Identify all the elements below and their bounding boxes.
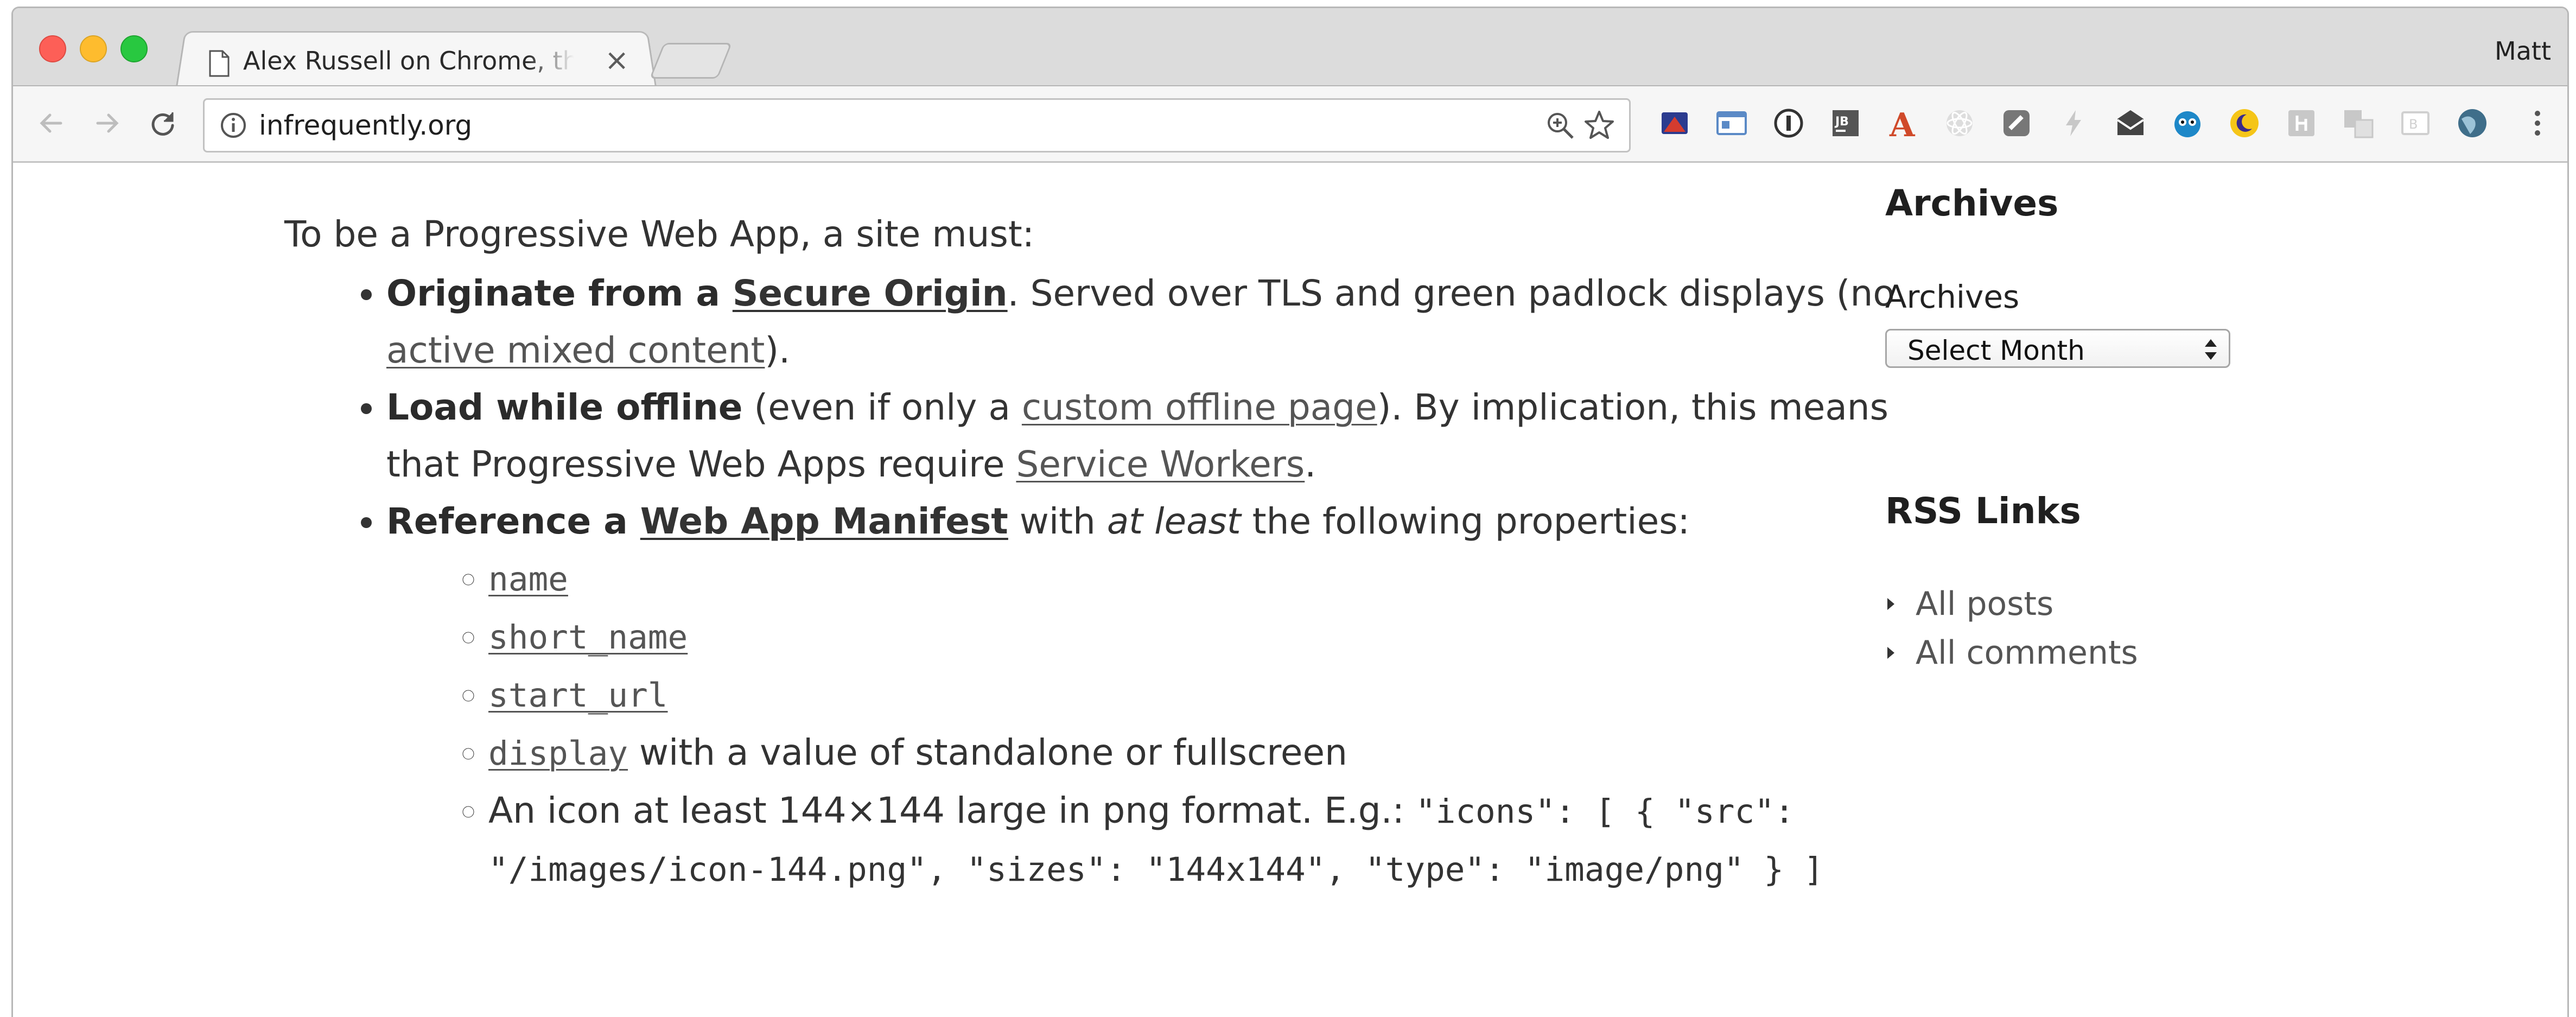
- select-arrows-icon: [2205, 339, 2217, 360]
- select-value: Select Month: [1907, 335, 2085, 366]
- bold-prefix: Originate from a: [386, 272, 733, 314]
- offline-page-link[interactable]: custom offline page: [1022, 386, 1377, 428]
- secure-origin-link[interactable]: Secure Origin: [733, 272, 1008, 314]
- page-content: To be a Progressive Web App, a site must…: [13, 162, 2567, 1017]
- archives-heading: Archives: [1885, 182, 2059, 224]
- window-maximize-button[interactable]: [120, 35, 148, 62]
- svg-text:A: A: [1889, 107, 1916, 139]
- profile-name[interactable]: Matt: [2495, 36, 2551, 66]
- list-item: name: [488, 550, 1960, 608]
- list-item: All comments: [1885, 628, 2138, 677]
- address-bar[interactable]: infrequently.org: [203, 98, 1631, 152]
- all-posts-link[interactable]: All posts: [1916, 585, 2053, 623]
- browser-toolbar: infrequently.org JB A B: [13, 85, 2567, 163]
- ext-14-icon[interactable]: B: [2399, 107, 2432, 139]
- bookmark-star-icon[interactable]: [1583, 110, 1615, 141]
- list-item-text: .: [1305, 443, 1316, 485]
- tab-active[interactable]: Alex Russell on Chrome, the Web Platform…: [192, 28, 643, 85]
- display-link[interactable]: display: [488, 734, 628, 773]
- list-item-text: with a value of standalone or fullscreen: [628, 732, 1347, 773]
- bold-text: Load while offline: [386, 386, 743, 428]
- list-item-text: with: [1008, 500, 1107, 542]
- info-icon[interactable]: [220, 112, 247, 139]
- mail-icon[interactable]: [2114, 107, 2147, 139]
- ext-6-icon[interactable]: [1943, 107, 1976, 139]
- forward-icon[interactable]: [92, 108, 123, 138]
- svg-text:JB: JB: [1834, 115, 1849, 129]
- all-comments-link[interactable]: All comments: [1916, 634, 2138, 672]
- list-item: Reference a Web App Manifest with at lea…: [386, 493, 1960, 898]
- mixed-content-link[interactable]: active mixed content: [386, 329, 765, 371]
- ext-1-icon[interactable]: [1658, 107, 1691, 139]
- font-a-icon[interactable]: A: [1886, 107, 1919, 139]
- manifest-link[interactable]: Web App Manifest: [640, 500, 1008, 542]
- owl-icon[interactable]: [2171, 107, 2204, 139]
- article-intro: To be a Progressive Web App, a site must…: [284, 213, 1035, 255]
- archives-label: Archives: [1885, 278, 2020, 315]
- tab-close-icon[interactable]: ×: [605, 44, 629, 77]
- tab-bar: Alex Russell on Chrome, the Web Platform…: [13, 8, 2567, 87]
- manifest-properties-list: name short_name start_url display with a…: [386, 550, 1960, 898]
- rss-links-list: All posts All comments: [1885, 580, 2138, 677]
- onepassword-icon[interactable]: [1772, 107, 1805, 139]
- moon-icon[interactable]: [2228, 107, 2261, 139]
- list-item-text: (even if only a: [742, 386, 1022, 428]
- bullet-triangle-icon: [1887, 647, 1894, 659]
- url-text[interactable]: infrequently.org: [259, 110, 472, 141]
- list-item-text: . Served over TLS and green padlock disp…: [1007, 272, 1895, 314]
- short-name-link[interactable]: short_name: [488, 618, 688, 657]
- list-item-text: the following properties:: [1241, 500, 1690, 542]
- list-item: start_url: [488, 666, 1960, 724]
- menu-icon[interactable]: [2521, 107, 2554, 139]
- reload-icon[interactable]: [148, 108, 178, 138]
- zoom-icon[interactable]: [1545, 111, 1575, 140]
- list-item: Load while offline (even if only a custo…: [386, 379, 1960, 493]
- window-close-button[interactable]: [39, 35, 66, 62]
- browser-window: Alex Russell on Chrome, the Web Platform…: [11, 7, 2569, 1017]
- bullet-triangle-icon: [1887, 598, 1894, 610]
- rss-heading: RSS Links: [1885, 490, 2081, 532]
- tab-title: Alex Russell on Chrome, the Web Platform…: [243, 46, 574, 75]
- ext-2-icon[interactable]: [1715, 107, 1748, 139]
- list-item: Originate from a Secure Origin. Served o…: [386, 265, 1960, 379]
- archives-select[interactable]: Select Month: [1885, 329, 2230, 368]
- translate-icon[interactable]: [2342, 107, 2375, 139]
- name-link[interactable]: name: [488, 560, 568, 599]
- list-item: An icon at least 144×144 large in png fo…: [488, 782, 1960, 898]
- page-icon: [209, 50, 230, 77]
- list-item-text: An icon at least 144×144 large in png fo…: [488, 790, 1416, 831]
- globe-icon[interactable]: [2456, 107, 2489, 139]
- bold-prefix: Reference a: [386, 500, 640, 542]
- new-tab-button[interactable]: [649, 43, 733, 79]
- window-minimize-button[interactable]: [80, 35, 107, 62]
- italic-text: at least: [1106, 500, 1241, 542]
- list-item-text: ).: [765, 329, 791, 371]
- back-icon[interactable]: [36, 108, 66, 138]
- ext-7-icon[interactable]: [2000, 107, 2033, 139]
- start-url-link[interactable]: start_url: [488, 676, 668, 715]
- jetbrains-icon[interactable]: JB: [1829, 107, 1862, 139]
- svg-text:B: B: [2409, 117, 2418, 132]
- list-item: short_name: [488, 608, 1960, 666]
- list-item: display with a value of standalone or fu…: [488, 724, 1960, 782]
- list-item: All posts: [1885, 580, 2138, 628]
- bolt-icon[interactable]: [2057, 107, 2090, 139]
- requirements-list: Originate from a Secure Origin. Served o…: [284, 265, 1960, 898]
- service-workers-link[interactable]: Service Workers: [1016, 443, 1305, 485]
- ext-12-icon[interactable]: [2285, 107, 2318, 139]
